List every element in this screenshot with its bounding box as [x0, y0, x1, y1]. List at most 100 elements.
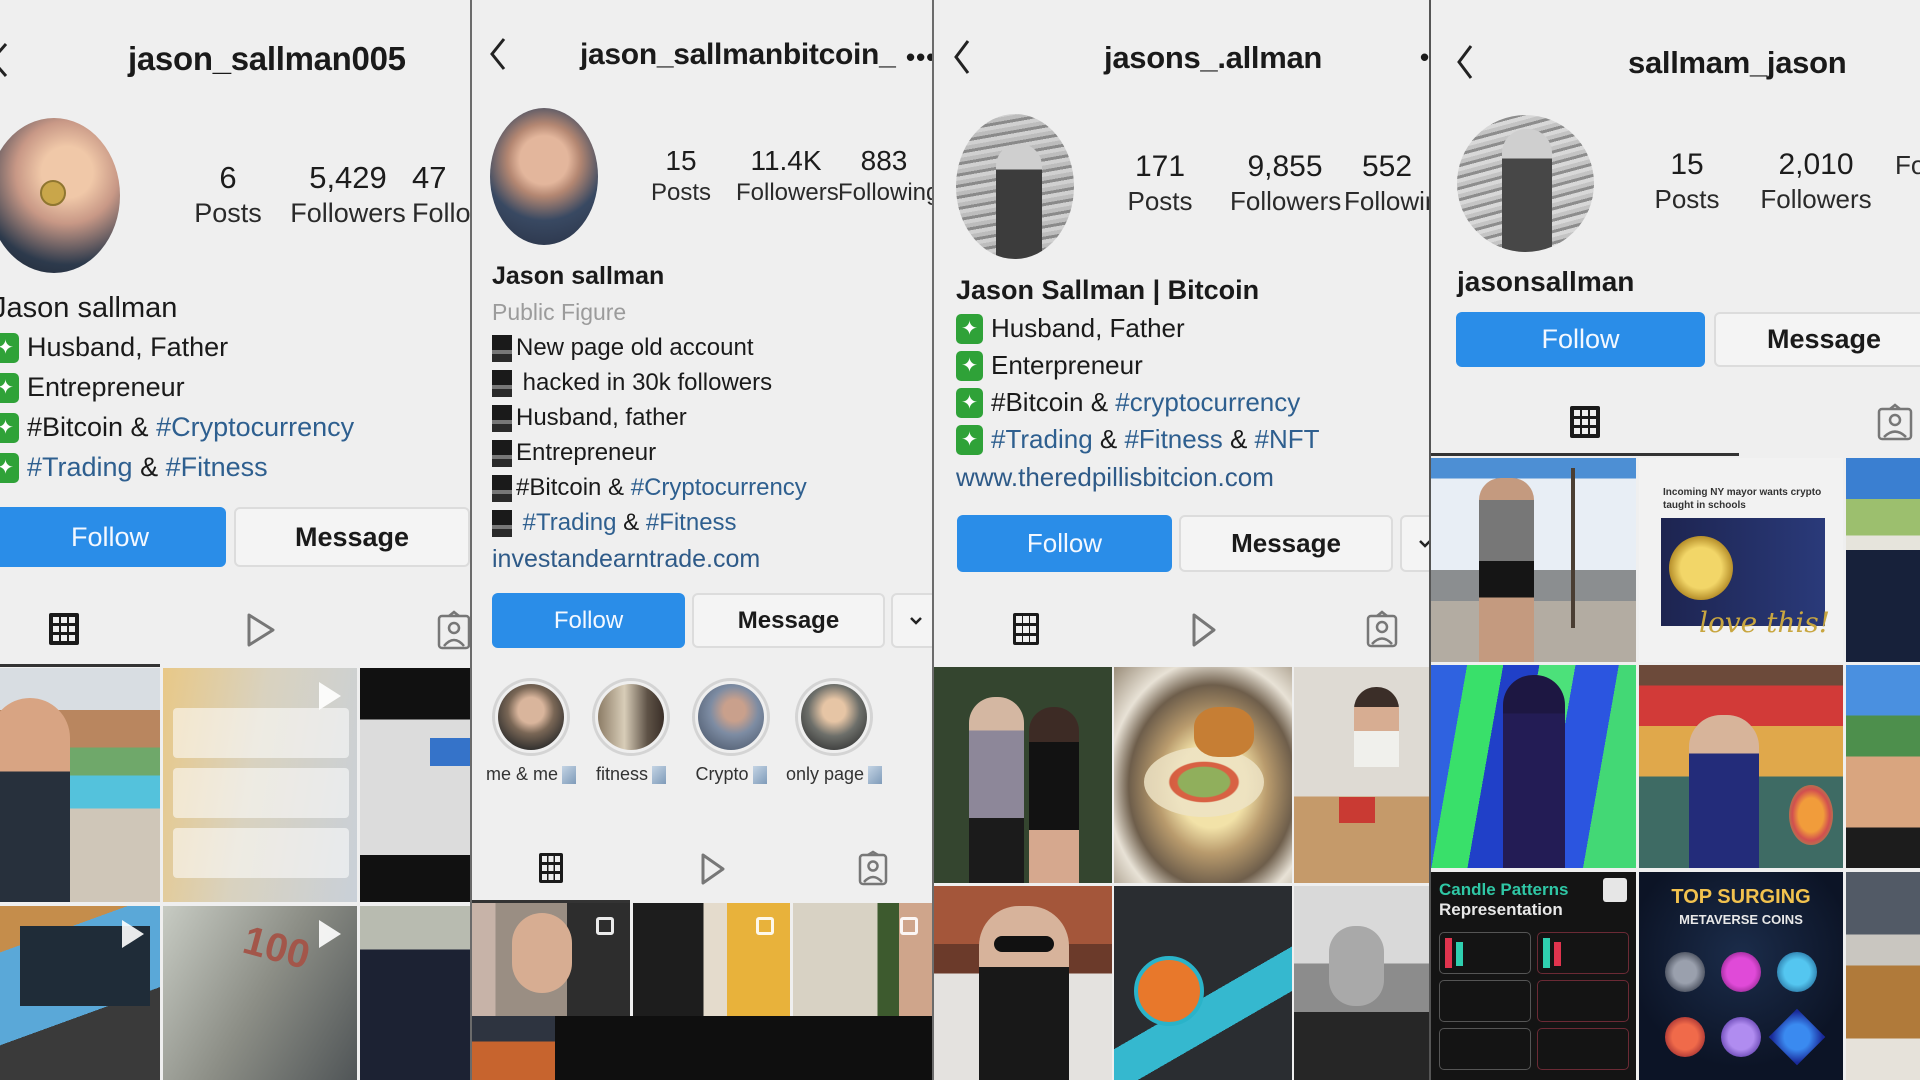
- back-arrow-icon[interactable]: [0, 40, 10, 80]
- grid-icon[interactable]: [48, 612, 80, 651]
- grid-post[interactable]: [163, 668, 357, 902]
- grid-post[interactable]: [1639, 665, 1843, 868]
- follow-button[interactable]: Follow: [1456, 312, 1705, 367]
- black-overlay: [555, 1016, 932, 1080]
- highlight-label: fitness: [595, 764, 649, 784]
- profile-avatar[interactable]: [0, 118, 120, 273]
- follow-button[interactable]: Follow: [492, 593, 685, 648]
- stat-followers[interactable]: 11.4K Followers: [736, 145, 839, 207]
- grid-post[interactable]: Candle Patterns Representation: [1431, 872, 1636, 1080]
- reels-icon[interactable]: [700, 852, 726, 891]
- grid-post[interactable]: [360, 906, 470, 1080]
- grid-post[interactable]: [1294, 886, 1429, 1080]
- green-sparkle-icon: ✦: [956, 424, 983, 455]
- bio-text: Husband, Father: [991, 313, 1185, 343]
- tagged-icon[interactable]: [858, 850, 888, 891]
- story-highlight[interactable]: me & me: [486, 678, 576, 785]
- black-square-icon: [492, 369, 512, 397]
- grid-post[interactable]: [1114, 886, 1292, 1080]
- hashtag-link[interactable]: #Fitness: [166, 452, 268, 482]
- profile-avatar[interactable]: [490, 108, 598, 245]
- story-highlight[interactable]: Crypto: [686, 678, 776, 785]
- hashtag-link[interactable]: #Trading: [516, 509, 617, 536]
- grid-post[interactable]: [360, 668, 470, 902]
- follow-button[interactable]: Follow: [0, 507, 226, 567]
- stat-followers[interactable]: 2,010 Followers: [1757, 148, 1875, 215]
- stat-posts[interactable]: 6 Posts: [193, 160, 263, 229]
- grid-post[interactable]: [793, 903, 932, 1016]
- bio-text: Enterpreneur: [991, 350, 1143, 380]
- hashtag-link[interactable]: #NFT: [1255, 424, 1320, 454]
- grid-post[interactable]: [1114, 667, 1292, 883]
- hashtag-link[interactable]: #Cryptocurrency: [631, 474, 807, 501]
- more-options-icon[interactable]: •••: [906, 44, 932, 70]
- hashtag-link[interactable]: #Cryptocurrency: [156, 412, 354, 442]
- grid-icon[interactable]: [1012, 612, 1040, 651]
- grid-post[interactable]: [934, 886, 1112, 1080]
- message-button[interactable]: Message: [1714, 312, 1920, 367]
- grid-post[interactable]: 100: [163, 906, 357, 1080]
- back-arrow-icon[interactable]: [488, 36, 508, 72]
- infographic-title: Candle Patterns: [1439, 880, 1569, 899]
- grid-post[interactable]: [934, 667, 1112, 883]
- suggested-dropdown-button[interactable]: [1400, 515, 1429, 572]
- grid-icon[interactable]: [1569, 405, 1601, 444]
- stat-following[interactable]: Fo: [1895, 148, 1920, 181]
- following-count: 552: [1362, 150, 1413, 183]
- bio-line: ✦ Enterpreneur: [956, 350, 1143, 381]
- grid-post[interactable]: [1846, 872, 1920, 1080]
- stat-posts[interactable]: 15 Posts: [1647, 148, 1727, 215]
- highlight-label: me & me: [486, 764, 559, 784]
- grid-post[interactable]: [0, 668, 160, 902]
- story-highlight[interactable]: fitness: [586, 678, 676, 785]
- grid-post[interactable]: [633, 903, 790, 1016]
- stat-posts[interactable]: 171 Posts: [1120, 150, 1200, 217]
- reels-icon[interactable]: [245, 612, 277, 653]
- bio-line: ✦ Husband, Father: [0, 332, 228, 363]
- stat-followers[interactable]: 9,855 Followers: [1230, 150, 1341, 217]
- more-options-icon[interactable]: •: [1420, 44, 1429, 70]
- hashtag-link[interactable]: #Fitness: [646, 509, 737, 536]
- posts-count: 171: [1134, 150, 1186, 183]
- message-button[interactable]: Message: [234, 507, 470, 567]
- bio-line: ✦ #Trading & #Fitness & #NFT: [956, 424, 1320, 455]
- stat-following[interactable]: 47 Follo: [412, 160, 470, 229]
- hashtag-link[interactable]: #Trading: [27, 452, 133, 482]
- story-highlight[interactable]: only page: [784, 678, 884, 785]
- website-link[interactable]: www.theredpillisbitcion.com: [956, 462, 1274, 493]
- profile-avatar[interactable]: [1457, 115, 1594, 252]
- grid-post[interactable]: [472, 1016, 555, 1080]
- suggested-dropdown-button[interactable]: [891, 593, 932, 648]
- back-arrow-icon[interactable]: [952, 38, 972, 76]
- stat-following[interactable]: 552 Followin: [1344, 150, 1429, 217]
- website-link[interactable]: investandearntrade.com: [492, 545, 760, 574]
- hashtag-link[interactable]: #Trading: [991, 424, 1093, 454]
- message-button[interactable]: Message: [1179, 515, 1393, 572]
- back-arrow-icon[interactable]: [1455, 43, 1475, 81]
- stat-following[interactable]: 883 Following: [838, 145, 932, 207]
- grid-post[interactable]: TOP SURGING METAVERSE COINS: [1639, 872, 1843, 1080]
- video-icon: [319, 682, 341, 710]
- grid-post[interactable]: [1294, 667, 1429, 883]
- reels-icon[interactable]: [1190, 612, 1218, 653]
- follow-button[interactable]: Follow: [957, 515, 1172, 572]
- tagged-icon[interactable]: [1366, 610, 1398, 653]
- grid-post[interactable]: [1431, 665, 1636, 868]
- stat-posts[interactable]: 15 Posts: [646, 145, 716, 207]
- hashtag-link[interactable]: #cryptocurrency: [1115, 387, 1300, 417]
- message-button[interactable]: Message: [692, 593, 885, 648]
- profile-avatar[interactable]: [956, 114, 1074, 259]
- tagged-icon[interactable]: [1877, 403, 1913, 446]
- grid-post[interactable]: [0, 906, 160, 1080]
- tagged-icon[interactable]: [437, 610, 470, 655]
- grid-post[interactable]: [1846, 665, 1920, 868]
- grid-post[interactable]: [1431, 458, 1636, 662]
- stat-followers[interactable]: 5,429 Followers: [288, 160, 408, 229]
- grid-icon[interactable]: [538, 852, 564, 889]
- display-name: Jason Sallman | Bitcoin: [956, 275, 1260, 305]
- grid-post[interactable]: [1846, 458, 1920, 662]
- grid-post[interactable]: [472, 903, 630, 1016]
- grid-post[interactable]: Incoming NY mayor wants crypto taught in…: [1639, 458, 1843, 662]
- hashtag-link[interactable]: #Fitness: [1124, 424, 1222, 454]
- display-name: Jason sallman: [0, 292, 178, 324]
